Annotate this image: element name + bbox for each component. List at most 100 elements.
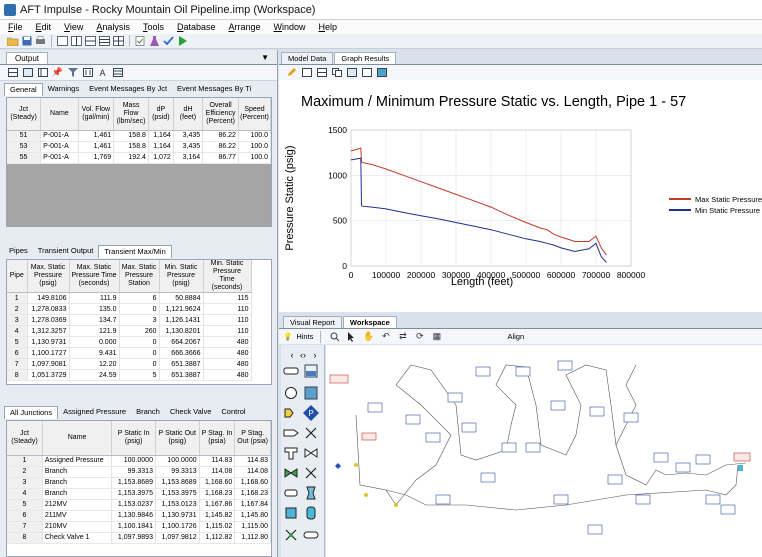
table-cell[interactable]: 260 [119, 325, 160, 337]
table-cell[interactable]: 5 [119, 369, 160, 381]
output-tab[interactable]: Output [6, 52, 49, 64]
table-cell[interactable]: 12.20 [69, 358, 120, 370]
table-cell[interactable]: 1,312.3257 [27, 325, 70, 337]
table-cell[interactable]: 100.0 [238, 152, 271, 164]
check-model-icon[interactable] [162, 35, 175, 47]
table-row[interactable]: 53 P-001-A 1,461 158.8 1,164 3,435 86.22 100.0 [7, 141, 271, 153]
column-header[interactable]: Min. Static Pressure (psig) [159, 260, 204, 293]
table-row[interactable]: 8 1,051.3729 24.59 5 651.3887 480 [7, 369, 252, 381]
table-cell[interactable]: 114.83 [199, 455, 236, 467]
check-valve-tool-icon[interactable] [303, 445, 319, 461]
table-cell[interactable]: 651.3887 [159, 358, 204, 370]
assigned-pressure-tool-icon[interactable]: P [303, 405, 319, 421]
table-cell[interactable]: 114.08 [199, 466, 236, 478]
table-cell[interactable]: 9.431 [69, 347, 120, 359]
table-row[interactable]: 7 1,097.9081 12.20 0 651.3887 480 [7, 358, 252, 370]
table-cell[interactable]: 3 [7, 477, 43, 489]
table-cell[interactable]: 0 [119, 358, 160, 370]
tab-model-data[interactable]: Model Data [281, 52, 334, 64]
align-button[interactable]: Align [507, 332, 524, 341]
table-cell[interactable]: 121.9 [69, 325, 120, 337]
tab-event-messages-by-time[interactable]: Event Messages By Ti [172, 83, 256, 96]
table-cell[interactable]: P-001-A [40, 130, 79, 142]
table-cell[interactable]: 1,072 [148, 152, 174, 164]
pin-icon[interactable]: 📌 [51, 67, 64, 79]
table-cell[interactable]: 1,164 [148, 141, 174, 153]
table-cell[interactable]: 3 [119, 314, 160, 326]
graph-table-icon[interactable] [315, 67, 328, 79]
tab-general[interactable]: General [4, 83, 43, 96]
table-cell[interactable]: 1 [7, 292, 28, 304]
table-cell[interactable]: 110 [203, 314, 252, 326]
tab-transient-output[interactable]: Transient Output [33, 245, 99, 258]
tab-warnings[interactable]: Warnings [43, 83, 84, 96]
table-cell[interactable]: 4 [7, 488, 43, 500]
table-cell[interactable]: 50.8884 [159, 292, 204, 304]
grid-snap-icon[interactable]: ▦ [430, 331, 443, 343]
column-header[interactable]: Speed (Percent) [238, 98, 271, 131]
table-cell[interactable]: 5 [7, 336, 28, 348]
table-cell[interactable]: 1,168.60 [199, 477, 236, 489]
table-cell[interactable]: 2 [7, 303, 28, 315]
menu-edit[interactable]: Edit [36, 22, 52, 32]
column-header[interactable]: Min. Static Pressure Time (seconds) [203, 260, 252, 293]
menu-arrange[interactable]: Arrange [228, 22, 260, 32]
table-cell[interactable]: 1,164 [148, 130, 174, 142]
table-cell[interactable]: 1,115.00 [234, 521, 271, 533]
column-header[interactable]: Pipe [7, 260, 28, 293]
table-cell[interactable]: 6 [7, 347, 28, 359]
menu-help[interactable]: Help [319, 22, 338, 32]
table-cell[interactable]: 55 [7, 152, 42, 164]
zoom-icon[interactable] [328, 331, 341, 343]
table-cell[interactable]: 1,168.23 [199, 488, 236, 500]
graph-options-icon[interactable] [345, 67, 358, 79]
tab-check-valve[interactable]: Check Valve [165, 406, 217, 419]
run-icon[interactable] [176, 35, 189, 47]
table-cell[interactable]: 99.3313 [155, 466, 200, 478]
table-cell[interactable]: 1,153.8689 [155, 477, 200, 489]
tab-assigned-pressure[interactable]: Assigned Pressure [58, 406, 131, 419]
table-row[interactable]: 5 1,130.9731 0.000 0 664.2067 480 [7, 336, 252, 348]
table-cell[interactable]: 0.000 [69, 336, 120, 348]
table-cell[interactable]: 1,097.9893 [111, 532, 156, 544]
rotate-icon[interactable]: ⟳ [413, 331, 426, 343]
table-cell[interactable]: 4 [7, 325, 28, 337]
table-row[interactable]: 6 211MV 1,130.9846 1,130.9731 1,145.82 1,145.… [7, 510, 271, 522]
table-cell[interactable]: 86.22 [202, 141, 239, 153]
table-cell[interactable]: 2 [7, 466, 43, 478]
vacuum-breaker-tool-icon[interactable] [283, 527, 299, 543]
column-header[interactable]: Max. Static Pressure Time (seconds) [69, 260, 120, 293]
table-cell[interactable]: 100.0000 [111, 455, 156, 467]
valve-tool-icon[interactable] [303, 425, 319, 441]
graph-edit-icon[interactable] [285, 67, 298, 79]
table-cell[interactable]: 110 [203, 325, 252, 337]
surge-tank-tool-icon[interactable] [283, 505, 299, 521]
column-header[interactable]: P Stag. In (psia) [199, 421, 236, 456]
dead-end-tool-icon[interactable] [283, 425, 299, 441]
table-cell[interactable]: 211MV [42, 510, 113, 522]
table-cell[interactable]: 1 [7, 455, 43, 467]
table-cell[interactable]: 1,115.02 [199, 521, 236, 533]
table-row[interactable]: 3 Branch 1,153.8689 1,153.8689 1,168.60 1,168… [7, 477, 271, 489]
table-cell[interactable]: 1,130.8201 [159, 325, 204, 337]
table-cell[interactable]: 1,168.23 [234, 488, 271, 500]
table-cell[interactable]: 1,100.1726 [155, 521, 200, 533]
table-cell[interactable]: 8 [7, 532, 43, 544]
window-layout-icon[interactable] [56, 35, 69, 47]
column-header[interactable]: Max. Static Pressure (psig) [27, 260, 70, 293]
table-cell[interactable]: 100.0 [238, 141, 271, 153]
cascade-icon[interactable] [112, 35, 125, 47]
table-cell[interactable]: 135.0 [69, 303, 120, 315]
workspace-canvas[interactable] [326, 345, 762, 557]
tab-branch[interactable]: Branch [131, 406, 165, 419]
tab-visual-report[interactable]: Visual Report [283, 316, 342, 328]
table-row[interactable]: 6 1,100.1727 9.431 0 666.3666 480 [7, 347, 252, 359]
table-cell[interactable]: 1,278.0369 [27, 314, 70, 326]
column-header[interactable]: dH (feet) [173, 98, 204, 131]
table-row[interactable]: 5 212MV 1,153.0237 1,153.0123 1,167.86 1,167.… [7, 499, 271, 511]
table-cell[interactable]: 480 [203, 336, 252, 348]
graph-copy-icon[interactable] [330, 67, 343, 79]
tab-control[interactable]: Control [216, 406, 250, 419]
graph-list-icon[interactable] [300, 67, 313, 79]
table-cell[interactable]: 115 [203, 292, 252, 304]
